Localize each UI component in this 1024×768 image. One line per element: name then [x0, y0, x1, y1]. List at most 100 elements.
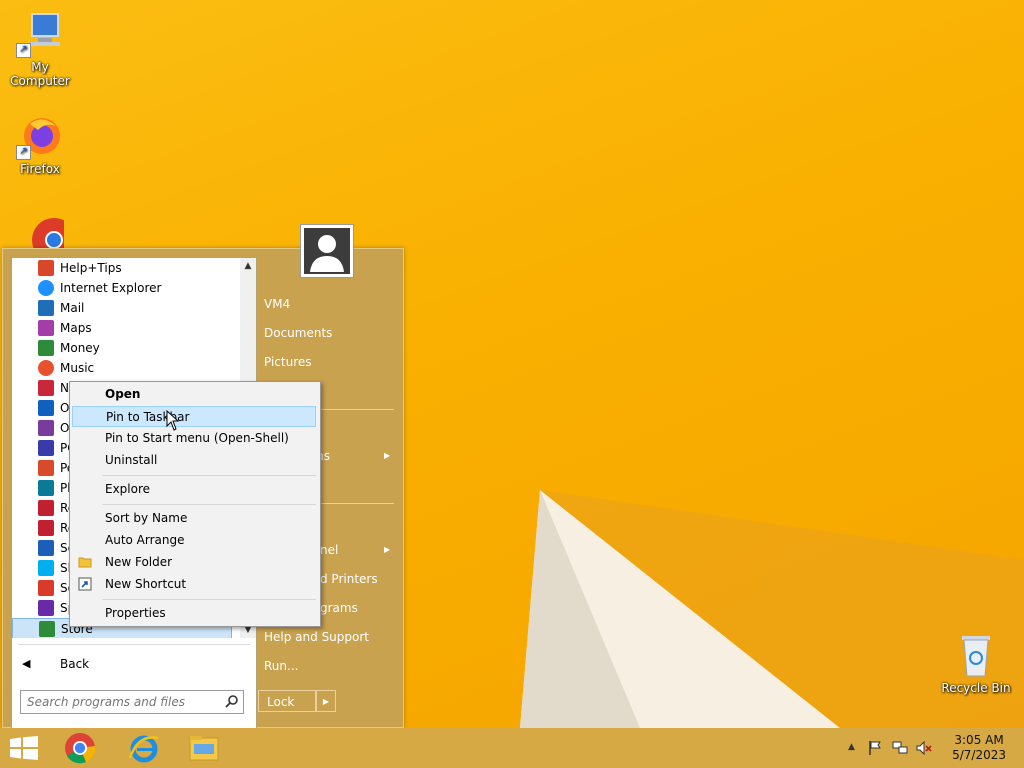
program-label: Help+Tips	[60, 261, 122, 275]
scan-icon	[38, 540, 54, 556]
desktop-icon-label: My Computer	[10, 60, 70, 88]
maps-icon	[38, 320, 54, 336]
computer-icon: ↗	[16, 10, 64, 58]
back-arrow-icon: ◀	[22, 657, 31, 670]
user-picture[interactable]	[300, 224, 354, 278]
context-item-explore[interactable]: Explore	[72, 479, 316, 500]
program-item-help-tips[interactable]: Help+Tips	[12, 258, 240, 278]
lock-button[interactable]: Lock	[258, 690, 316, 712]
menu-item-documents[interactable]: Documents	[264, 322, 332, 344]
reader-icon	[38, 500, 54, 516]
menu-item-control-panel[interactable]: nel ▶	[320, 539, 390, 561]
context-item-uninstall[interactable]: Uninstall	[72, 450, 316, 471]
program-item-mail[interactable]: Mail	[12, 298, 240, 318]
program-label: Music	[60, 361, 95, 375]
context-item-label: Uninstall	[105, 453, 158, 467]
onedrive-icon	[38, 400, 54, 416]
search-icon[interactable]	[225, 694, 239, 708]
chrome-icon[interactable]	[64, 732, 96, 764]
program-item-money[interactable]: Money	[12, 338, 240, 358]
context-menu: Open Pin to Taskbar Pin to Start menu (O…	[69, 381, 321, 627]
program-label: Money	[60, 341, 100, 355]
network-icon[interactable]	[892, 740, 908, 756]
context-item-auto-arrange[interactable]: Auto Arrange	[72, 530, 316, 551]
context-item-label: Open	[105, 387, 141, 401]
clock-date: 5/7/2023	[952, 748, 1006, 762]
back-label: Back	[60, 657, 90, 671]
menu-item-pictures[interactable]: Pictures	[264, 351, 312, 373]
program-item-internet-explorer[interactable]: Internet Explorer	[12, 278, 240, 298]
onenote-icon	[38, 420, 54, 436]
recycle-bin-icon	[962, 636, 990, 677]
menu-item-help-support[interactable]: Help and Support	[264, 626, 369, 648]
desktop-icon-recycle-bin[interactable]: Recycle Bin	[940, 630, 1012, 695]
menu-item-label: Help and Support	[264, 630, 369, 644]
start-button[interactable]	[10, 736, 38, 760]
program-label: Maps	[60, 321, 92, 335]
menu-item-user[interactable]: VM4	[264, 293, 290, 315]
taskbar: ▲ 3:05 AM 5/7/2023	[0, 728, 1024, 768]
program-label: Mail	[60, 301, 85, 315]
volume-muted-icon[interactable]	[916, 740, 932, 756]
context-item-label: Auto Arrange	[105, 533, 185, 547]
shortcut-icon	[78, 577, 92, 591]
divider	[102, 599, 316, 600]
show-hidden-icons-icon[interactable]: ▲	[848, 742, 855, 752]
photos-icon	[38, 480, 54, 496]
news-icon	[38, 380, 54, 396]
file-explorer-icon[interactable]	[188, 732, 220, 764]
desktop-icon-label: Recycle Bin	[941, 681, 1011, 695]
context-item-new-folder[interactable]: New Folder	[72, 552, 316, 573]
system-tray: ▲ 3:05 AM 5/7/2023	[844, 728, 1024, 768]
store-icon	[39, 621, 55, 637]
shortcut-arrow-icon: ↗	[16, 145, 31, 160]
context-item-pin-to-taskbar[interactable]: Pin to Taskbar	[72, 406, 316, 427]
back-button[interactable]: ◀ Back	[12, 654, 288, 674]
desktop-icon-firefox[interactable]: ↗ Firefox	[0, 112, 80, 176]
skype-icon	[38, 560, 54, 576]
menu-item-label: grams	[320, 601, 358, 615]
search-input[interactable]	[21, 691, 219, 713]
help-icon	[38, 260, 54, 276]
menu-item-label: Documents	[264, 326, 333, 340]
pc-settings-icon	[38, 440, 54, 456]
music-icon	[38, 360, 54, 376]
menu-item-default-programs[interactable]: grams	[320, 597, 358, 619]
reading-list-icon	[38, 520, 54, 536]
scroll-up-icon[interactable]: ▲	[240, 258, 256, 274]
context-item-open[interactable]: Open	[72, 384, 316, 405]
search-box[interactable]	[20, 690, 244, 714]
desktop-icon-label: Firefox	[20, 162, 60, 176]
desktop-icon-my-computer[interactable]: ↗ My Computer	[0, 10, 80, 88]
internet-explorer-icon[interactable]	[128, 732, 160, 764]
divider	[102, 475, 316, 476]
context-item-new-shortcut[interactable]: New Shortcut	[72, 574, 316, 595]
menu-item-devices-printers[interactable]: d Printers	[320, 568, 378, 590]
menu-item-run[interactable]: Run...	[264, 655, 298, 677]
context-item-pin-to-start[interactable]: Pin to Start menu (Open-Shell)	[72, 428, 316, 449]
clock[interactable]: 3:05 AM 5/7/2023	[952, 733, 1006, 763]
context-item-label: New Shortcut	[105, 577, 187, 591]
context-item-label: New Folder	[105, 555, 173, 569]
money-icon	[38, 340, 54, 356]
context-item-properties[interactable]: Properties	[72, 603, 316, 624]
program-item-maps[interactable]: Maps	[12, 318, 240, 338]
people-icon	[38, 460, 54, 476]
program-item-music[interactable]: Music	[12, 358, 240, 378]
menu-item-label: Run...	[264, 659, 299, 673]
shortcut-arrow-icon: ↗	[16, 43, 31, 58]
lock-options-button[interactable]: ▶	[316, 690, 336, 712]
menu-item-label: VM4	[264, 297, 291, 311]
firefox-icon: ↗	[16, 112, 64, 160]
user-avatar-icon	[304, 228, 350, 274]
context-item-label: Sort by Name	[105, 511, 188, 525]
context-item-sort-by-name[interactable]: Sort by Name	[72, 508, 316, 529]
context-item-label: Properties	[105, 606, 166, 620]
ie-icon	[38, 280, 54, 296]
folder-icon	[78, 557, 92, 568]
divider	[18, 644, 250, 645]
sports-icon	[38, 600, 54, 616]
action-center-flag-icon[interactable]	[868, 740, 882, 756]
clock-time: 3:05 AM	[954, 733, 1004, 747]
context-item-label: Pin to Start menu (Open-Shell)	[105, 431, 289, 445]
